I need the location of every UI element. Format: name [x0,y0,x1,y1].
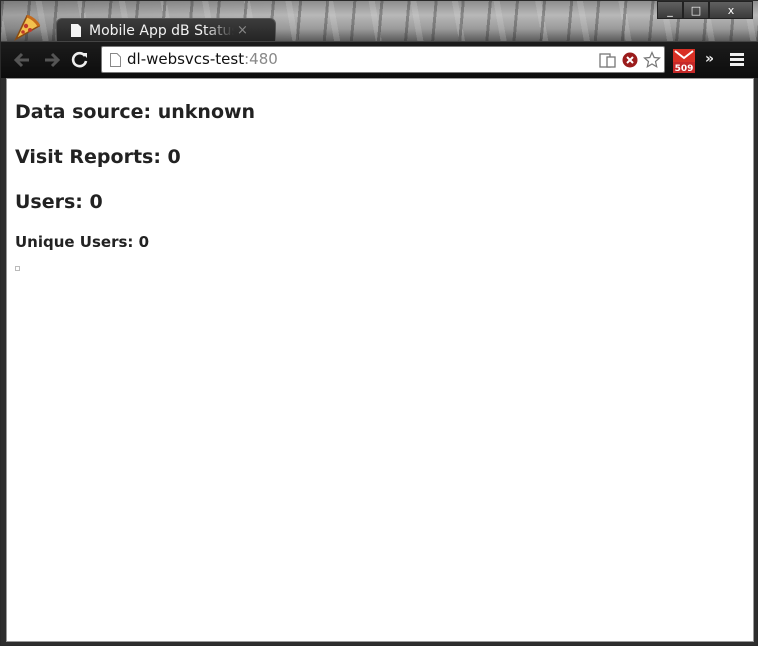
minimize-button[interactable]: _ [657,1,683,19]
tablet-mode-icon[interactable] [599,51,617,69]
page-content: Data source: unknown Visit Reports: 0 Us… [6,78,754,642]
broken-image-placeholder [15,266,20,271]
address-bar[interactable]: dl-websvcs-test:480 [101,46,665,73]
close-window-button[interactable]: x [709,1,753,19]
browser-window: Mobile App dB Status × _ □ x dl-websvcs-… [0,0,758,646]
page-info-icon[interactable] [110,53,121,67]
url-host: dl-websvcs-test [127,50,245,68]
browser-toolbar: dl-websvcs-test:480 509 » [1,41,758,78]
url-port: :480 [244,50,278,68]
bookmark-star-icon[interactable] [643,51,661,69]
menu-icon[interactable] [730,53,744,67]
browser-tab[interactable]: Mobile App dB Status × [56,18,276,41]
users-heading: Users: 0 [15,191,103,213]
extension-badge: 509 [675,64,694,73]
visit-reports-heading: Visit Reports: 0 [15,146,181,168]
url-text[interactable]: dl-websvcs-test:480 [127,51,278,68]
unique-users-heading: Unique Users: 0 [15,233,150,251]
extensions-overflow-button[interactable]: » [705,51,714,67]
reload-icon[interactable] [71,51,89,69]
page-icon [71,24,81,37]
gmail-icon: 509 [673,49,695,74]
forward-arrow-icon[interactable] [43,51,61,69]
pizza-icon [14,14,41,41]
data-source-heading: Data source: unknown [15,101,256,123]
back-arrow-icon[interactable] [13,51,31,69]
title-bar: Mobile App dB Status × _ □ x [1,1,758,41]
maximize-button[interactable]: □ [683,1,709,19]
blocked-icon[interactable] [621,51,639,69]
window-controls: _ □ x [657,1,753,19]
tab-title: Mobile App dB Status [89,23,234,39]
gmail-extension[interactable]: 509 [673,49,695,74]
tab-close-button[interactable]: × [237,23,248,38]
